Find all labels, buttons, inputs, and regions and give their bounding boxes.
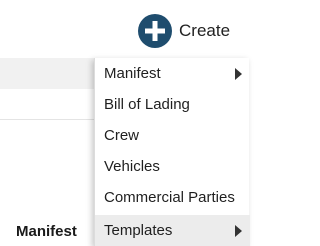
plus-circle-icon: [138, 14, 172, 48]
tab-manifest[interactable]: Manifest: [16, 218, 77, 246]
menu-item-crew[interactable]: Crew: [95, 120, 250, 151]
chevron-right-icon: [235, 224, 242, 237]
create-button-label: Create: [179, 21, 231, 40]
menu-item-label: Crew: [104, 127, 140, 144]
create-button[interactable]: Create: [137, 13, 230, 49]
header-bar: Create: [0, 0, 249, 58]
menu-item-templates[interactable]: Templates: [95, 215, 250, 246]
menu-item-label: Manifest: [104, 65, 161, 82]
chevron-right-icon: [235, 67, 242, 80]
menu-item-commercial-parties[interactable]: Commercial Parties: [95, 182, 250, 213]
menu-item-label: Bill of Lading: [104, 96, 190, 113]
menu-item-label: Vehicles: [104, 158, 160, 175]
menu-item-label: Commercial Parties: [104, 189, 235, 206]
menu-item-label: Templates: [104, 222, 173, 239]
divider: [0, 119, 94, 120]
create-dropdown-menu: Manifest Bill of Lading Crew Vehicles Co…: [94, 58, 250, 246]
menu-item-manifest[interactable]: Manifest: [95, 58, 250, 89]
menu-item-bill-of-lading[interactable]: Bill of Lading: [95, 89, 250, 120]
menu-item-vehicles[interactable]: Vehicles: [95, 151, 250, 182]
